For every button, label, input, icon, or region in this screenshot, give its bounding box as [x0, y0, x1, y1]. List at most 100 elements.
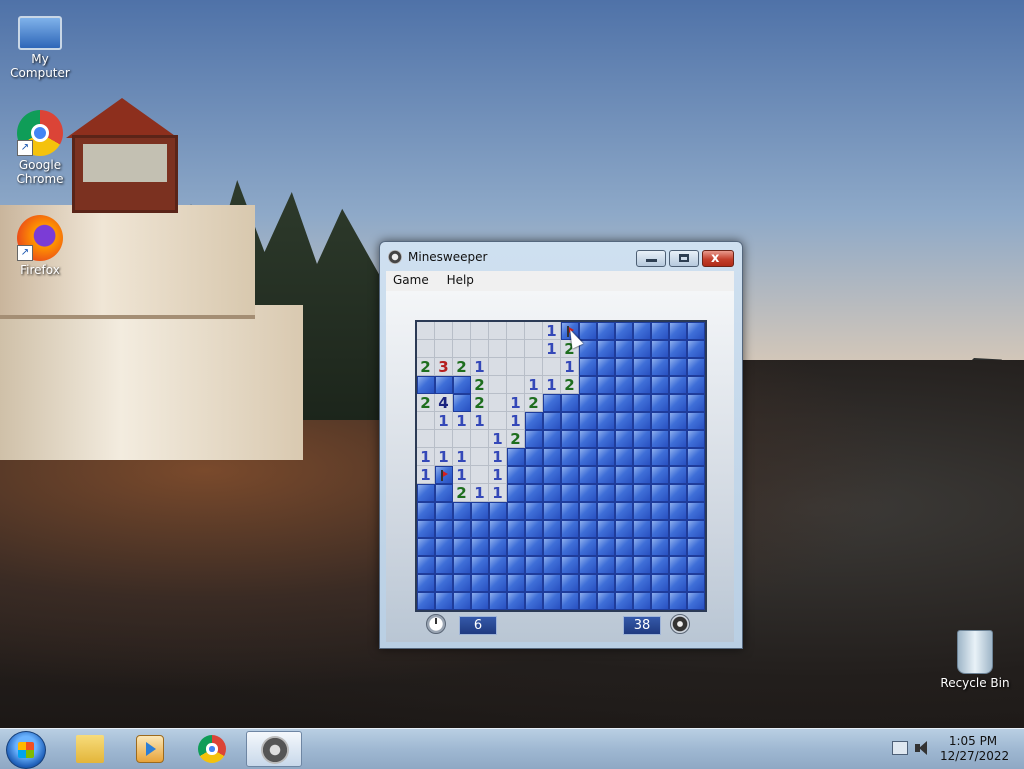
hidden-cell[interactable] [651, 538, 669, 556]
hidden-cell[interactable] [471, 574, 489, 592]
hidden-cell[interactable] [579, 322, 597, 340]
hidden-cell[interactable] [507, 520, 525, 538]
number-cell[interactable]: 1 [471, 358, 489, 376]
hidden-cell[interactable] [561, 592, 579, 610]
hidden-cell[interactable] [543, 484, 561, 502]
empty-cell[interactable] [435, 322, 453, 340]
hidden-cell[interactable] [525, 574, 543, 592]
hidden-cell[interactable] [633, 574, 651, 592]
number-cell[interactable]: 2 [507, 430, 525, 448]
hidden-cell[interactable] [615, 376, 633, 394]
hidden-cell[interactable] [579, 358, 597, 376]
hidden-cell[interactable] [687, 430, 705, 448]
number-cell[interactable]: 1 [543, 340, 561, 358]
hidden-cell[interactable] [615, 502, 633, 520]
number-cell[interactable]: 1 [543, 376, 561, 394]
hidden-cell[interactable] [453, 556, 471, 574]
number-cell[interactable]: 1 [417, 466, 435, 484]
hidden-cell[interactable] [453, 520, 471, 538]
hidden-cell[interactable] [615, 394, 633, 412]
number-cell[interactable]: 1 [561, 358, 579, 376]
hidden-cell[interactable] [579, 412, 597, 430]
hidden-cell[interactable] [507, 574, 525, 592]
empty-cell[interactable] [453, 322, 471, 340]
minesweeper-window[interactable]: Minesweeper x Game Help 1122321121122421… [379, 241, 743, 649]
hidden-cell[interactable] [633, 412, 651, 430]
hidden-cell[interactable] [507, 538, 525, 556]
hidden-cell[interactable] [543, 466, 561, 484]
maximize-button[interactable] [669, 250, 699, 267]
hidden-cell[interactable] [597, 520, 615, 538]
hidden-cell[interactable] [579, 448, 597, 466]
hidden-cell[interactable] [687, 592, 705, 610]
hidden-cell[interactable] [597, 340, 615, 358]
hidden-cell[interactable] [597, 448, 615, 466]
hidden-cell[interactable] [651, 358, 669, 376]
hidden-cell[interactable] [615, 430, 633, 448]
hidden-cell[interactable] [525, 412, 543, 430]
hidden-cell[interactable] [669, 574, 687, 592]
number-cell[interactable]: 1 [507, 394, 525, 412]
taskbar-file-explorer[interactable] [62, 731, 118, 767]
hidden-cell[interactable] [471, 592, 489, 610]
start-button[interactable] [6, 731, 46, 769]
hidden-cell[interactable] [471, 520, 489, 538]
hidden-cell[interactable] [525, 538, 543, 556]
hidden-cell[interactable] [597, 376, 615, 394]
hidden-cell[interactable] [435, 538, 453, 556]
number-cell[interactable]: 1 [543, 322, 561, 340]
hidden-cell[interactable] [651, 556, 669, 574]
hidden-cell[interactable] [417, 502, 435, 520]
hidden-cell[interactable] [687, 484, 705, 502]
number-cell[interactable]: 1 [489, 448, 507, 466]
hidden-cell[interactable] [633, 556, 651, 574]
hidden-cell[interactable] [543, 448, 561, 466]
empty-cell[interactable] [471, 430, 489, 448]
hidden-cell[interactable] [633, 538, 651, 556]
empty-cell[interactable] [507, 358, 525, 376]
hidden-cell[interactable] [687, 394, 705, 412]
hidden-cell[interactable] [615, 448, 633, 466]
hidden-cell[interactable] [597, 574, 615, 592]
empty-cell[interactable] [489, 412, 507, 430]
number-cell[interactable]: 2 [471, 394, 489, 412]
number-cell[interactable]: 1 [453, 412, 471, 430]
hidden-cell[interactable] [561, 502, 579, 520]
empty-cell[interactable] [507, 322, 525, 340]
hidden-cell[interactable] [669, 448, 687, 466]
hidden-cell[interactable] [651, 592, 669, 610]
hidden-cell[interactable] [651, 574, 669, 592]
hidden-cell[interactable] [579, 466, 597, 484]
hidden-cell[interactable] [687, 412, 705, 430]
hidden-cell[interactable] [615, 358, 633, 376]
hidden-cell[interactable] [561, 412, 579, 430]
hidden-cell[interactable] [687, 466, 705, 484]
empty-cell[interactable] [525, 340, 543, 358]
taskbar-chrome[interactable] [184, 731, 240, 767]
empty-cell[interactable] [489, 358, 507, 376]
hidden-cell[interactable] [615, 538, 633, 556]
empty-cell[interactable] [471, 448, 489, 466]
number-cell[interactable]: 1 [489, 430, 507, 448]
hidden-cell[interactable] [615, 556, 633, 574]
hidden-cell[interactable] [687, 556, 705, 574]
number-cell[interactable]: 1 [471, 412, 489, 430]
hidden-cell[interactable] [597, 430, 615, 448]
hidden-cell[interactable] [633, 394, 651, 412]
hidden-cell[interactable] [561, 466, 579, 484]
hidden-cell[interactable] [651, 466, 669, 484]
hidden-cell[interactable] [651, 430, 669, 448]
hidden-cell[interactable] [687, 358, 705, 376]
hidden-cell[interactable] [651, 484, 669, 502]
hidden-cell[interactable] [543, 538, 561, 556]
hidden-cell[interactable] [669, 358, 687, 376]
hidden-cell[interactable] [561, 448, 579, 466]
hidden-cell[interactable] [597, 394, 615, 412]
number-cell[interactable]: 2 [417, 358, 435, 376]
number-cell[interactable]: 1 [507, 412, 525, 430]
hidden-cell[interactable] [417, 376, 435, 394]
hidden-cell[interactable] [525, 556, 543, 574]
hidden-cell[interactable] [579, 574, 597, 592]
hidden-cell[interactable] [453, 376, 471, 394]
hidden-cell[interactable] [561, 556, 579, 574]
